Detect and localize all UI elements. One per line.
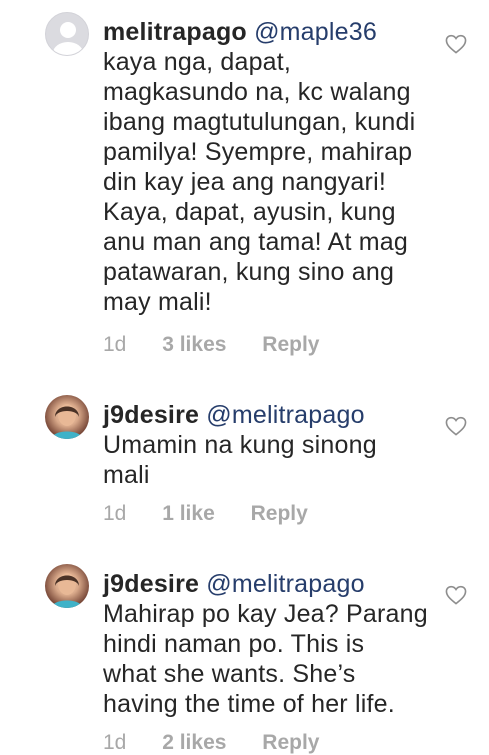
comment-time: 1d [103,731,127,754]
comment-body: melitrapago @maple36 kaya nga, dapat, ma… [103,17,441,317]
like-heart-icon[interactable] [445,585,467,605]
comment-username[interactable]: j9desire [103,401,199,429]
comment-mention[interactable]: @melitrapago [206,570,364,598]
default-avatar-icon [53,22,83,55]
comment-text: Umamin na kung sinong mali [103,431,377,489]
comment-username[interactable]: j9desire [103,570,199,598]
comment-time: 1d [103,333,127,356]
comment-meta: 1d 1 like Reply [103,502,308,526]
profile-photo-icon [51,573,83,608]
comment-mention[interactable]: @maple36 [254,18,377,46]
comment-likes[interactable]: 2 likes [162,731,226,754]
comment-meta: 1d 2 likes Reply [103,731,319,755]
profile-photo-icon [51,404,83,439]
comment-time: 1d [103,502,127,525]
reply-button[interactable]: Reply [251,502,308,525]
reply-button[interactable]: Reply [262,731,319,754]
comment-text: Mahirap po kay Jea? Parang hindi naman p… [103,600,428,718]
comment-likes[interactable]: 1 like [162,502,215,525]
avatar[interactable] [45,395,89,439]
reply-button[interactable]: Reply [262,333,319,356]
comment-likes[interactable]: 3 likes [162,333,226,356]
avatar[interactable] [45,12,89,56]
comment-text: kaya nga, dapat, magkasundo na, kc walan… [103,48,416,316]
like-heart-icon[interactable] [445,416,467,436]
comment-meta: 1d 3 likes Reply [103,333,319,357]
comment-mention[interactable]: @melitrapago [206,401,364,429]
comment-username[interactable]: melitrapago [103,18,247,46]
like-heart-icon[interactable] [445,34,467,54]
avatar[interactable] [45,564,89,608]
comment-body: j9desire @melitrapago Umamin na kung sin… [103,400,441,490]
comment-body: j9desire @melitrapago Mahirap po kay Jea… [103,569,441,719]
